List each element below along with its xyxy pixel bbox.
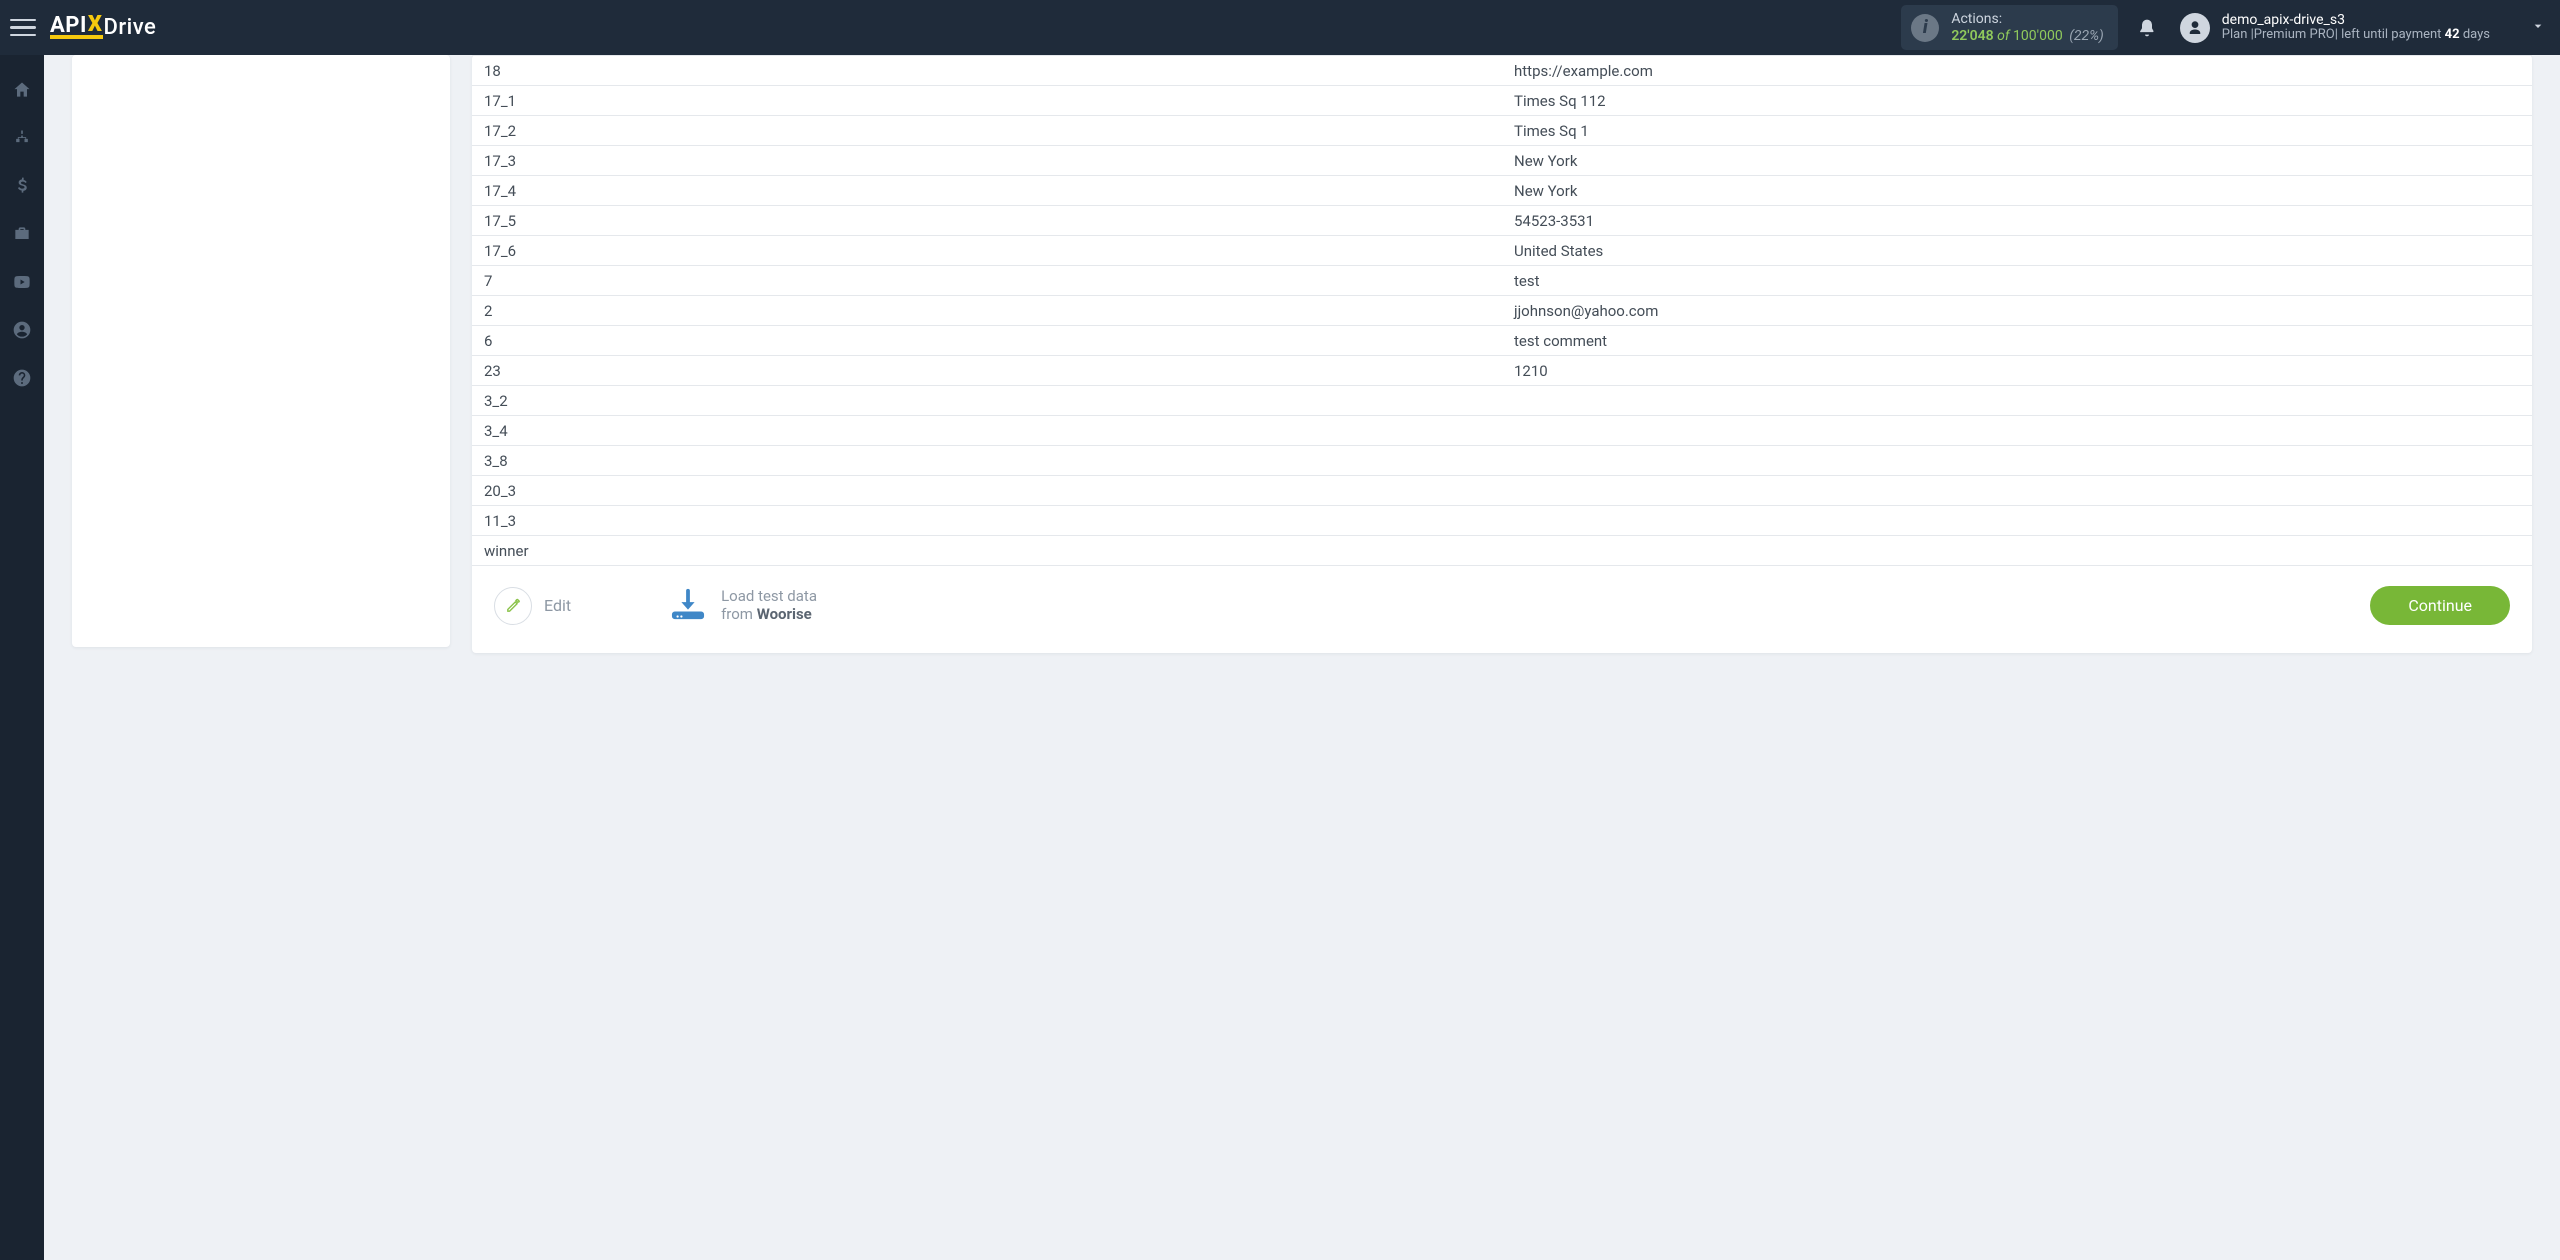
- logo-text-drive: Drive: [103, 15, 156, 40]
- table-cell-value: [1502, 536, 2532, 566]
- table-cell-value: test comment: [1502, 326, 2532, 356]
- table-cell-key: 17_1: [472, 86, 1502, 116]
- load-label-line2: from Woorise: [721, 606, 817, 623]
- table-row: 17_2Times Sq 1: [472, 116, 2532, 146]
- load-test-data-button[interactable]: Load test data from Woorise: [669, 587, 817, 625]
- table-row: 17_554523-3531: [472, 206, 2532, 236]
- action-row: Edit Load test data from Woorise Continu…: [472, 566, 2532, 625]
- home-icon[interactable]: [11, 79, 33, 101]
- table-cell-key: 3_2: [472, 386, 1502, 416]
- edit-label: Edit: [544, 596, 571, 615]
- logo-text-api: API: [50, 13, 87, 38]
- actions-value: 22'048 of 100'000 (22%): [1951, 28, 2103, 44]
- table-row: 2jjohnson@yahoo.com: [472, 296, 2532, 326]
- table-cell-key: 20_3: [472, 476, 1502, 506]
- table-row: 231210: [472, 356, 2532, 386]
- table-cell-value: Times Sq 1: [1502, 116, 2532, 146]
- right-card: 18https://example.com17_1Times Sq 11217_…: [472, 55, 2532, 653]
- table-cell-key: 23: [472, 356, 1502, 386]
- table-cell-key: 17_2: [472, 116, 1502, 146]
- table-cell-value: [1502, 476, 2532, 506]
- help-icon[interactable]: [11, 367, 33, 389]
- table-row: 17_4New York: [472, 176, 2532, 206]
- dollar-icon[interactable]: [11, 175, 33, 197]
- table-cell-key: 17_5: [472, 206, 1502, 236]
- table-cell-key: 3_8: [472, 446, 1502, 476]
- table-cell-key: 3_4: [472, 416, 1502, 446]
- actions-counter-chip[interactable]: i Actions: 22'048 of 100'000 (22%): [1901, 5, 2117, 49]
- logo-text-x: X: [88, 12, 103, 37]
- table-row: 3_4: [472, 416, 2532, 446]
- table-cell-key: 17_4: [472, 176, 1502, 206]
- table-cell-key: winner: [472, 536, 1502, 566]
- table-cell-key: 2: [472, 296, 1502, 326]
- table-cell-value: [1502, 416, 2532, 446]
- table-row: 11_3: [472, 506, 2532, 536]
- chevron-down-icon: [2530, 18, 2546, 38]
- table-cell-value: Times Sq 112: [1502, 86, 2532, 116]
- continue-button[interactable]: Continue: [2370, 586, 2510, 625]
- info-icon: i: [1911, 14, 1939, 42]
- download-icon: [669, 587, 707, 625]
- table-cell-value: [1502, 506, 2532, 536]
- table-row: winner: [472, 536, 2532, 566]
- table-row: 17_3New York: [472, 146, 2532, 176]
- table-cell-value: jjohnson@yahoo.com: [1502, 296, 2532, 326]
- table-cell-key: 17_3: [472, 146, 1502, 176]
- table-row: 18https://example.com: [472, 56, 2532, 86]
- table-row: 6test comment: [472, 326, 2532, 356]
- table-cell-value: test: [1502, 266, 2532, 296]
- table-cell-value: [1502, 446, 2532, 476]
- table-cell-value: 1210: [1502, 356, 2532, 386]
- table-cell-key: 17_6: [472, 236, 1502, 266]
- table-row: 17_6United States: [472, 236, 2532, 266]
- table-cell-value: [1502, 386, 2532, 416]
- hamburger-menu-icon[interactable]: [10, 15, 36, 41]
- data-table: 18https://example.com17_1Times Sq 11217_…: [472, 55, 2532, 566]
- edit-button[interactable]: Edit: [494, 587, 571, 625]
- table-cell-value: United States: [1502, 236, 2532, 266]
- actions-label: Actions:: [1951, 11, 2103, 27]
- table-row: 17_1Times Sq 112: [472, 86, 2532, 116]
- notifications-bell-icon[interactable]: [2136, 17, 2158, 39]
- table-cell-key: 11_3: [472, 506, 1502, 536]
- side-nav: [0, 55, 44, 1260]
- youtube-icon[interactable]: [11, 271, 33, 293]
- pencil-icon: [494, 587, 532, 625]
- load-label-line1: Load test data: [721, 588, 817, 605]
- table-cell-key: 18: [472, 56, 1502, 86]
- topbar: APIXDrive i Actions: 22'048 of 100'000 (…: [0, 0, 2560, 55]
- user-circle-icon[interactable]: [11, 319, 33, 341]
- table-row: 7test: [472, 266, 2532, 296]
- briefcase-icon[interactable]: [11, 223, 33, 245]
- table-cell-value: New York: [1502, 146, 2532, 176]
- table-cell-key: 7: [472, 266, 1502, 296]
- avatar-icon: [2180, 13, 2210, 43]
- table-cell-value: 54523-3531: [1502, 206, 2532, 236]
- user-menu[interactable]: demo_apix-drive_s3 Plan |Premium PRO| le…: [2180, 12, 2546, 43]
- table-row: 3_8: [472, 446, 2532, 476]
- username: demo_apix-drive_s3: [2222, 12, 2490, 28]
- page-content: 18https://example.com17_1Times Sq 11217_…: [44, 55, 2560, 1260]
- table-row: 3_2: [472, 386, 2532, 416]
- table-cell-value: New York: [1502, 176, 2532, 206]
- logo[interactable]: APIXDrive: [50, 15, 156, 40]
- plan-line: Plan |Premium PRO| left until payment 42…: [2222, 28, 2490, 43]
- sitemap-icon[interactable]: [11, 127, 33, 149]
- table-cell-value: https://example.com: [1502, 56, 2532, 86]
- table-row: 20_3: [472, 476, 2532, 506]
- left-card: [72, 55, 450, 647]
- table-cell-key: 6: [472, 326, 1502, 356]
